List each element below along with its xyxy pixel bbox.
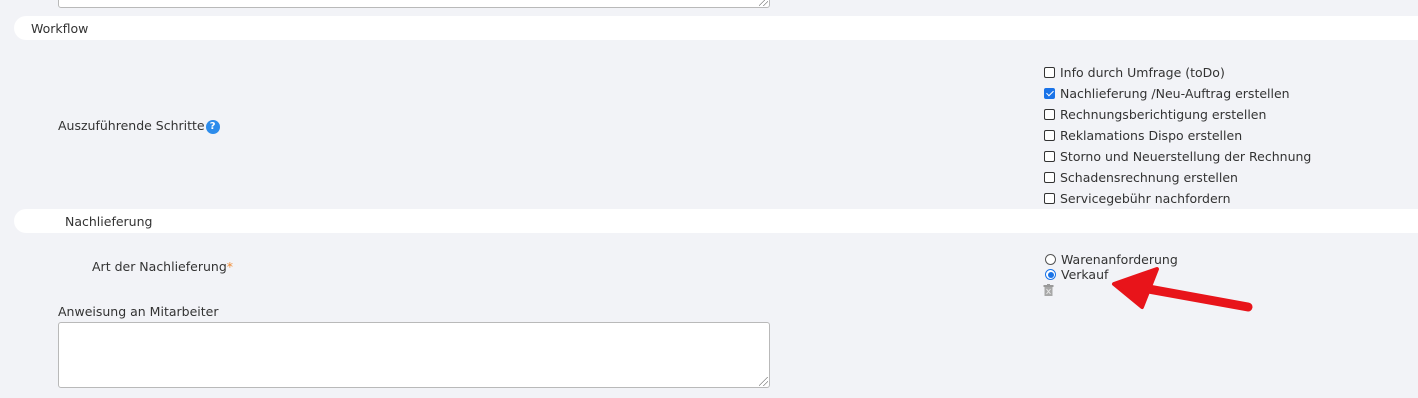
annotation-arrow-icon xyxy=(1112,267,1253,312)
